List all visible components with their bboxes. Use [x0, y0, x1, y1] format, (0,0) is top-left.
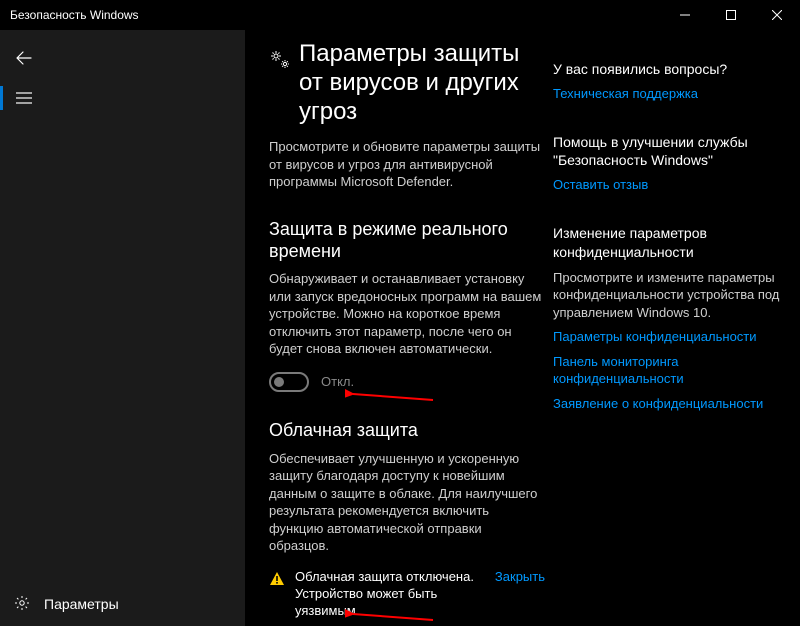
sidebar-settings[interactable]: Параметры	[0, 582, 245, 626]
warning-icon	[269, 571, 285, 587]
realtime-description: Обнаруживает и останавливает установку и…	[269, 270, 545, 358]
sidebar: Параметры	[0, 30, 245, 626]
support-link[interactable]: Техническая поддержка	[553, 86, 780, 103]
cloud-warning: Облачная защита отключена. Устройство мо…	[269, 569, 545, 620]
maximize-button[interactable]	[708, 0, 754, 30]
settings-gears-icon	[269, 48, 291, 70]
body: Параметры Параметры защиты от вирусов и …	[0, 30, 800, 626]
page-title: Параметры защиты от вирусов и других угр…	[299, 40, 545, 126]
privacy-description: Просмотрите и измените параметры конфиде…	[553, 269, 780, 322]
content: Параметры защиты от вирусов и других угр…	[245, 30, 800, 626]
active-indicator	[0, 86, 3, 110]
titlebar: Безопасность Windows	[0, 0, 800, 30]
feedback-link[interactable]: Оставить отзыв	[553, 177, 780, 194]
page-title-row: Параметры защиты от вирусов и других угр…	[269, 40, 545, 126]
privacy-statement-link[interactable]: Заявление о конфиденциальности	[553, 396, 780, 413]
realtime-toggle[interactable]	[269, 372, 309, 392]
menu-button[interactable]	[0, 78, 48, 118]
sidebar-settings-label: Параметры	[44, 596, 119, 612]
window-title: Безопасность Windows	[10, 8, 662, 22]
minimize-button[interactable]	[662, 0, 708, 30]
main-column: Параметры защиты от вирусов и других угр…	[245, 30, 545, 626]
privacy-dashboard-link[interactable]: Панель мониторинга конфиденциальности	[553, 354, 780, 388]
realtime-toggle-label: Откл.	[321, 374, 354, 389]
page-description: Просмотрите и обновите параметры защиты …	[269, 138, 545, 191]
cloud-warning-text: Облачная защита отключена. Устройство мо…	[295, 569, 475, 620]
block-privacy: Изменение параметров конфиденциальности …	[553, 224, 780, 413]
questions-heading: У вас появились вопросы?	[553, 60, 780, 78]
cloud-heading: Облачная защита	[269, 420, 545, 442]
realtime-toggle-row: Откл.	[269, 372, 545, 392]
cloud-warning-close[interactable]: Закрыть	[495, 569, 545, 584]
section-cloud: Облачная защита Обеспечивает улучшенную …	[269, 420, 545, 626]
realtime-heading: Защита в режиме реального времени	[269, 219, 545, 262]
block-questions: У вас появились вопросы? Техническая под…	[553, 60, 780, 103]
window: Безопасность Windows	[0, 0, 800, 626]
block-feedback: Помощь в улучшении службы "Безопасность …	[553, 133, 780, 194]
window-buttons	[662, 0, 800, 30]
feedback-heading: Помощь в улучшении службы "Безопасность …	[553, 133, 780, 169]
privacy-settings-link[interactable]: Параметры конфиденциальности	[553, 329, 780, 346]
close-button[interactable]	[754, 0, 800, 30]
back-button[interactable]	[0, 38, 48, 78]
sidebar-top	[0, 30, 245, 118]
section-realtime: Защита в режиме реального времени Обнару…	[269, 219, 545, 392]
right-column: У вас появились вопросы? Техническая под…	[545, 30, 800, 626]
privacy-heading: Изменение параметров конфиденциальности	[553, 224, 780, 260]
gear-icon	[14, 595, 30, 614]
cloud-description: Обеспечивает улучшенную и ускоренную защ…	[269, 450, 545, 555]
toggle-knob	[274, 377, 284, 387]
